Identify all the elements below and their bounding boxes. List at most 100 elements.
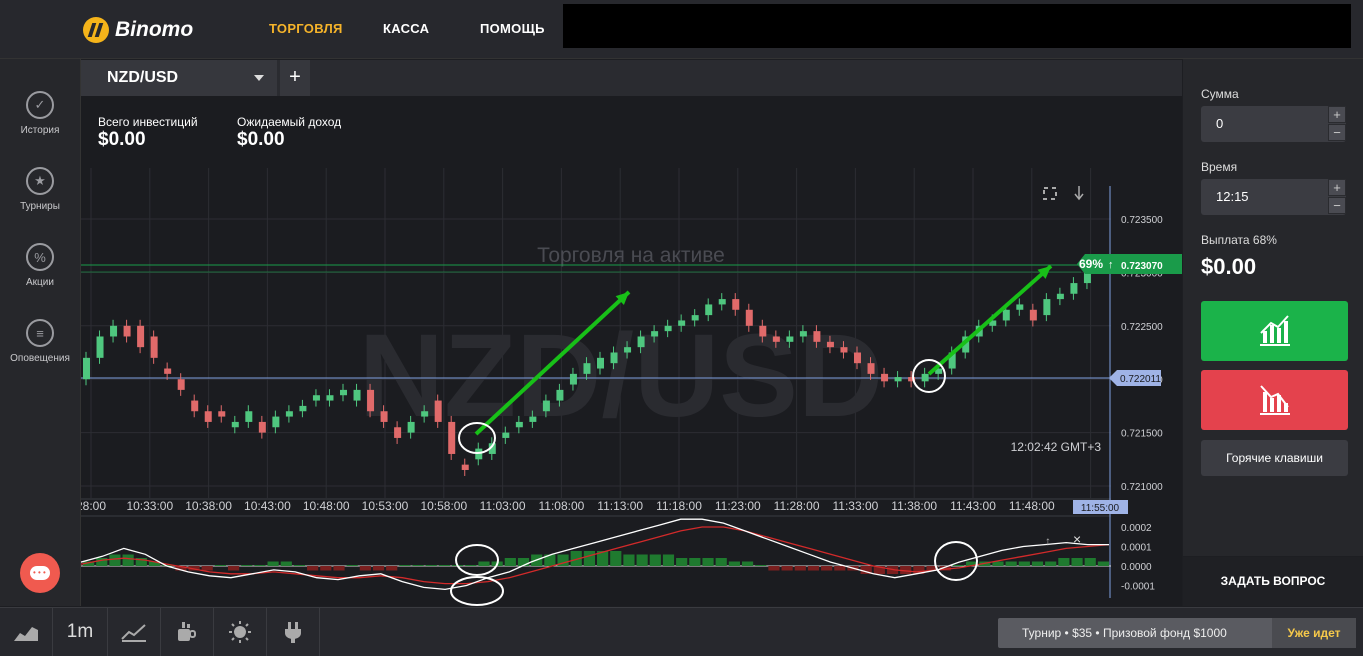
histogram-bar — [122, 554, 134, 566]
x-tick-label: 10:53:00 — [362, 499, 409, 513]
candle — [164, 368, 172, 374]
x-tick-label: 10:48:00 — [303, 499, 350, 513]
histogram-bar — [412, 565, 424, 566]
sidebar-item-notifications[interactable]: ≡ Оповещения — [0, 319, 80, 364]
candle — [1016, 304, 1024, 310]
payout-value: $0.00 — [1201, 254, 1257, 279]
candle — [610, 352, 618, 364]
candle — [529, 416, 537, 422]
histogram-bar — [109, 554, 121, 566]
histogram-bar — [623, 554, 635, 566]
payout-badge: 69% ↑ 0.723070 — [1077, 254, 1182, 274]
candle — [813, 331, 821, 342]
amount-label: Сумма — [1201, 87, 1239, 101]
candle — [1070, 283, 1078, 294]
time-minus-button[interactable]: − — [1328, 197, 1346, 214]
histogram-bar — [254, 565, 266, 566]
logo-text: Binomo — [115, 18, 194, 41]
y-tick-label: 0.721500 — [1121, 429, 1163, 440]
candle — [732, 299, 740, 310]
plug-icon — [285, 622, 301, 643]
chat-button[interactable] — [20, 553, 60, 593]
candle — [285, 411, 293, 417]
price-chart[interactable]: NZD/USD Торговля на активе 0.7235000.723… — [81, 96, 1182, 606]
amount-plus-button[interactable]: + — [1328, 106, 1346, 123]
osc-tick-label: 0.0000 — [1121, 562, 1152, 573]
histogram-bar — [320, 566, 332, 571]
osc-tick-label: 0.0001 — [1121, 543, 1152, 554]
candle — [1083, 272, 1091, 284]
logo[interactable]: Binomo — [83, 16, 193, 44]
indicators-button[interactable] — [108, 608, 161, 656]
candle — [150, 336, 158, 358]
annotation-circle — [912, 359, 946, 393]
nav-trading[interactable]: ТОРГОВЛЯ — [269, 21, 343, 36]
expiry-badge: 11:55:00 — [1073, 500, 1128, 514]
y-tick-label: 0.723500 — [1121, 215, 1163, 226]
candle — [204, 411, 212, 422]
annotation-circle — [934, 541, 978, 581]
time-plus-button[interactable]: + — [1328, 179, 1346, 196]
tournament-status-badge: Уже идет — [1272, 618, 1356, 648]
histogram-bar — [662, 554, 675, 566]
histogram-bar — [333, 566, 345, 571]
put-down-button[interactable] — [1201, 370, 1348, 430]
sidebar-item-tournaments[interactable]: ★ Турниры — [0, 167, 80, 212]
chart-up-icon — [1260, 315, 1290, 346]
candle — [245, 411, 253, 422]
candle — [407, 421, 415, 433]
histogram-bar — [715, 558, 727, 566]
x-tick-label: 11:43:00 — [950, 499, 996, 513]
histogram-bar — [425, 565, 437, 566]
logo-mark-icon — [83, 17, 109, 43]
sidebar-item-history[interactable]: ✓ История — [0, 91, 80, 136]
chart-type-button[interactable] — [0, 608, 53, 656]
candle — [421, 411, 429, 417]
candle — [137, 325, 145, 348]
x-tick-label: 28:00 — [81, 499, 106, 513]
nav-help[interactable]: ПОМОЩЬ — [480, 21, 545, 36]
amount-minus-button[interactable]: − — [1328, 124, 1346, 141]
sidebar-item-label: Оповещения — [10, 353, 70, 364]
tournament-banner[interactable]: Турнир • $35 • Призовой фонд $1000 Уже и… — [998, 618, 1356, 648]
fullscreen-icon[interactable] — [1043, 187, 1057, 200]
x-tick-label: 11:33:00 — [832, 499, 878, 513]
y-tick-label: 0.722500 — [1121, 322, 1163, 333]
time-field[interactable]: 12:15 + − — [1201, 179, 1346, 215]
candle — [583, 363, 591, 374]
sidebar-item-promotions[interactable]: % Акции — [0, 243, 80, 288]
hotkeys-button[interactable]: Горячие клавиши — [1201, 440, 1348, 476]
histogram-bar — [676, 558, 688, 566]
call-up-button[interactable] — [1201, 301, 1348, 361]
server-time: 12:02:42 GMT+3 — [1011, 440, 1102, 454]
close-icon[interactable]: × — [1073, 531, 1081, 547]
drawing-tools-button[interactable] — [161, 608, 214, 656]
download-icon[interactable] — [1074, 186, 1084, 201]
osc-up-icon[interactable]: ↑ — [1045, 534, 1051, 548]
amount-field[interactable]: 0 + − — [1201, 106, 1346, 142]
histogram-bar — [241, 565, 253, 566]
top-bar: Binomo ТОРГОВЛЯ КАССА ПОМОЩЬ — [0, 0, 1363, 59]
candle — [272, 416, 280, 428]
percent-icon: % — [26, 243, 54, 271]
payout-percent: 69% — [1079, 257, 1103, 271]
chart-overlay-text: Торговля на активе — [537, 244, 725, 267]
histogram-bar — [214, 565, 226, 566]
histogram-bar — [583, 551, 595, 566]
asset-selector[interactable]: NZD/USD — [81, 60, 277, 96]
list-icon: ≡ — [26, 319, 54, 347]
histogram-bar — [478, 561, 490, 566]
ask-question-button[interactable]: ЗАДАТЬ ВОПРОС — [1183, 557, 1363, 606]
candle — [110, 325, 118, 337]
chat-icon — [30, 566, 50, 580]
trade-panel: Сумма 0 + − Время 12:15 + − Выплата 68% … — [1183, 59, 1363, 556]
timeframe-button[interactable]: 1m — [53, 608, 108, 656]
candle — [515, 421, 523, 428]
nav-cashier[interactable]: КАССА — [383, 21, 429, 36]
connection-button[interactable] — [267, 608, 320, 656]
expiry-label: 11:55:00 — [1081, 503, 1120, 514]
candle — [461, 464, 469, 470]
histogram-bar — [1005, 561, 1017, 566]
theme-button[interactable] — [214, 608, 267, 656]
add-asset-button[interactable]: + — [280, 60, 310, 96]
